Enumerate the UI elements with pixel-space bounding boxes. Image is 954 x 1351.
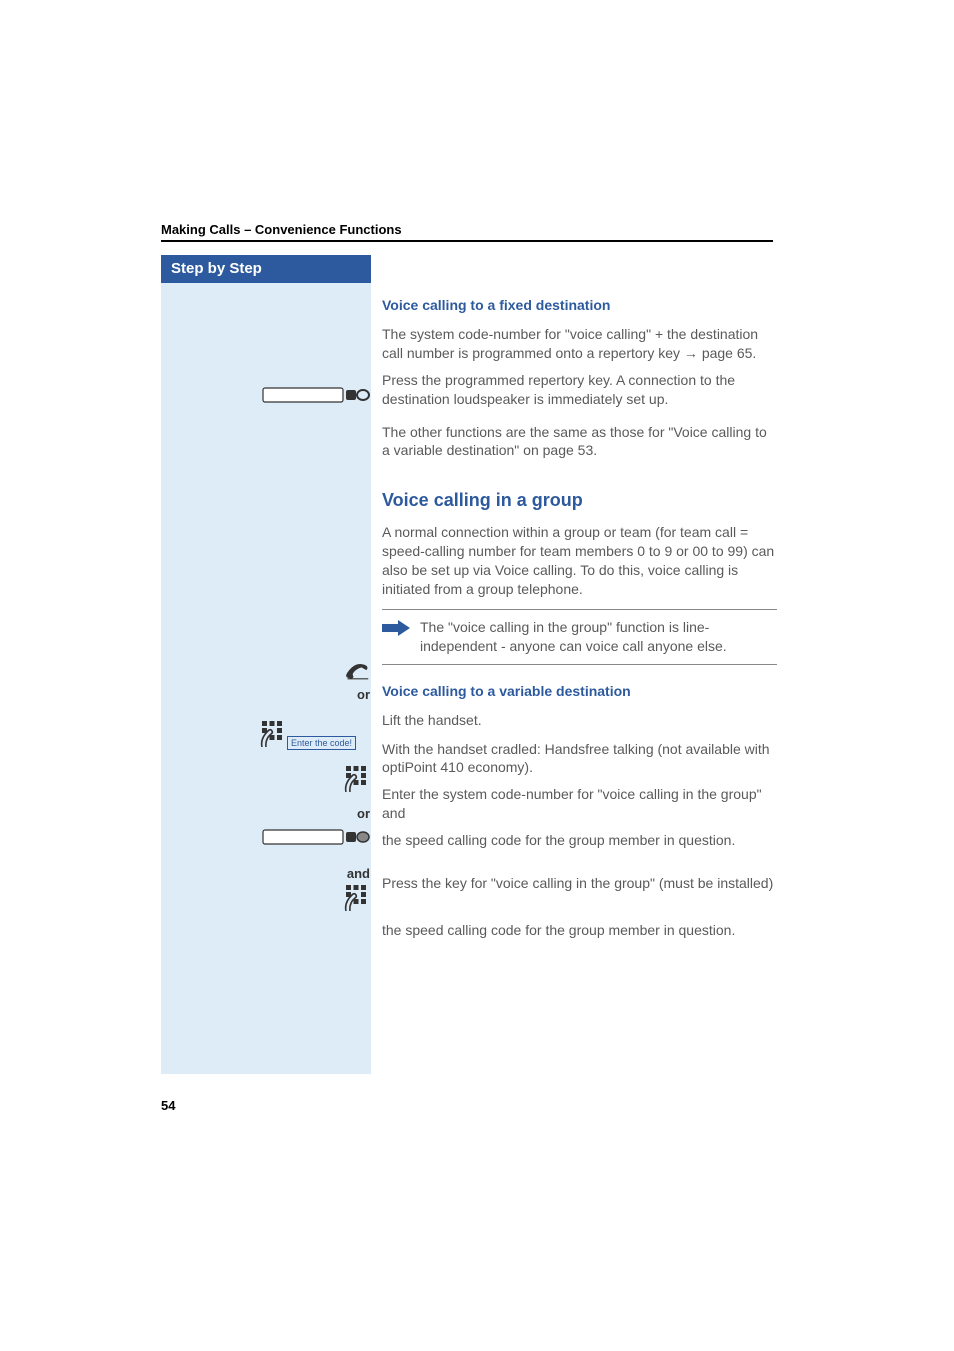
heading-fixed-destination: Voice calling to a fixed destination: [382, 297, 777, 313]
sidebar-title: Step by Step: [161, 255, 371, 283]
para-fixed-1: The system code-number for "voice callin…: [382, 325, 777, 363]
main-content: Voice calling to a fixed destination The…: [382, 255, 777, 948]
page-number: 54: [161, 1098, 175, 1113]
note-text: The "voice calling in the group" functio…: [420, 618, 777, 656]
or-label-2: or: [300, 806, 370, 821]
keypad-icon-2: [344, 885, 368, 916]
heading-voice-calling-group: Voice calling in a group: [382, 490, 777, 511]
and-label: and: [300, 866, 370, 881]
note-arrow-icon: [382, 618, 412, 638]
para-group-1: A normal connection within a group or te…: [382, 523, 777, 599]
step-speed-2: the speed calling code for the group mem…: [382, 921, 777, 940]
step-speed-1: the speed calling code for the group mem…: [382, 831, 777, 850]
para-fixed-3: The other functions are the same as thos…: [382, 423, 777, 461]
lift-handset-icon: [344, 661, 370, 686]
enter-code-label: Enter the code!: [287, 736, 356, 750]
programmed-key-icon: [262, 385, 370, 410]
keypad-entercode-icon: [260, 721, 284, 752]
page-ref-65: page 65.: [684, 345, 756, 361]
step-enter-code: Enter the system code-number for "voice …: [382, 785, 777, 823]
step-handsfree: With the handset cradled: Handsfree talk…: [382, 740, 777, 778]
or-label-1: or: [300, 687, 370, 702]
heading-variable-destination: Voice calling to a variable destination: [382, 683, 777, 699]
voice-call-group-key-icon: [262, 827, 370, 852]
para-fixed-2: Press the programmed repertory key. A co…: [382, 371, 777, 409]
keypad-icon-1: [344, 766, 368, 797]
step-lift-handset: Lift the handset.: [382, 711, 777, 730]
step-press-key: Press the key for "voice calling in the …: [382, 874, 777, 893]
sidebar: [161, 255, 371, 1074]
header-section-title: Making Calls – Convenience Functions: [161, 222, 402, 237]
note-box: The "voice calling in the group" functio…: [382, 609, 777, 665]
header-rule: [161, 240, 773, 242]
